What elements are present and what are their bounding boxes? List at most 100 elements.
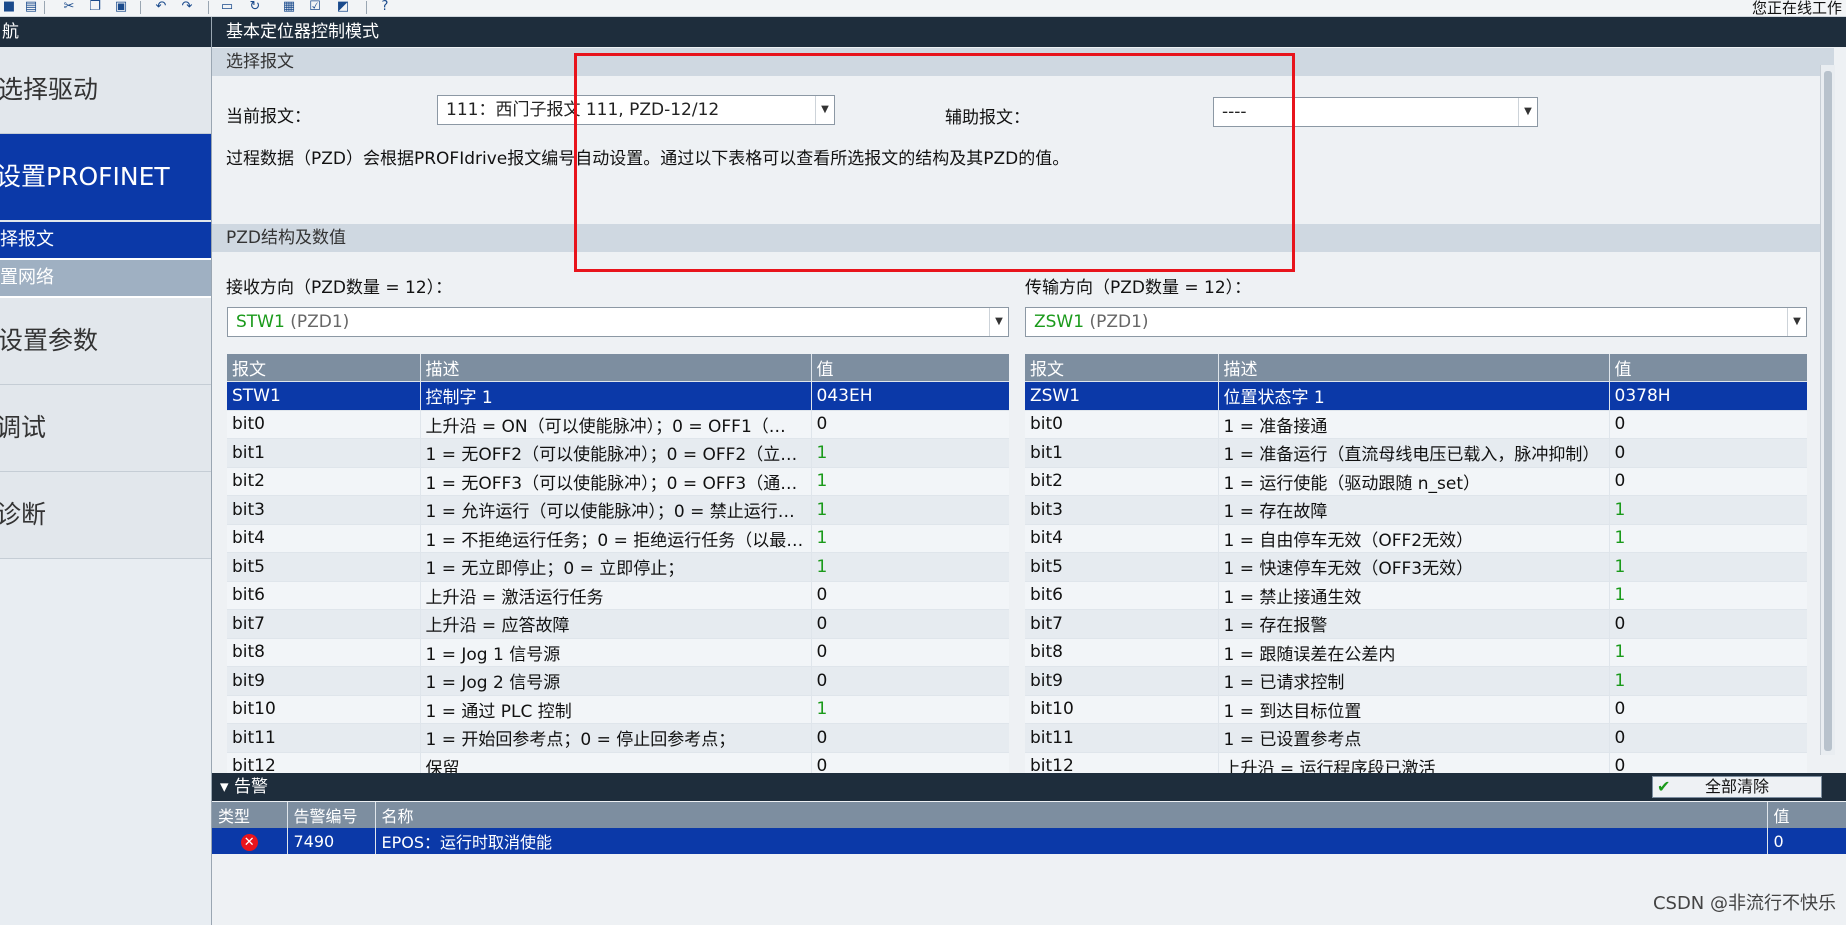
table-row[interactable]: bit6 1 = 禁止接通生效 1 <box>1025 581 1807 610</box>
table-row[interactable]: bit0 上升沿 = ON（可以使能脉冲）；0 = OFF1（… 0 <box>227 410 1009 439</box>
main-panel: 基本定位器控制模式 选择报文 当前报文： 111：西门子报文 111, PZD-… <box>212 17 1846 773</box>
description-cell: 1 = 跟随误差在公差内 <box>1218 638 1610 667</box>
receive-pzd-name: STW1 <box>236 312 285 332</box>
column-header[interactable]: 值 <box>1767 802 1846 828</box>
column-header[interactable]: 告警编号 <box>287 802 376 828</box>
telegram-cell: bit8 <box>227 638 421 667</box>
table-row[interactable]: bit7 上升沿 = 应答故障 0 <box>227 609 1009 639</box>
value-cell: 0 <box>1609 609 1807 639</box>
table-row[interactable]: bit0 1 = 准备接通 0 <box>1025 410 1807 439</box>
table-row[interactable]: bit9 1 = Jog 2 信号源 0 <box>227 666 1009 696</box>
nav-item-commissioning[interactable]: 调试 <box>0 385 211 472</box>
chevron-down-icon[interactable]: ▼ <box>1518 98 1537 126</box>
table-row[interactable]: bit1 1 = 无OFF2（可以使能脉冲）；0 = OFF2（立… 1 <box>227 438 1009 468</box>
table-row[interactable]: bit12 上升沿 = 运行程序段已激活 0 <box>1025 752 1807 773</box>
table-row[interactable]: bit3 1 = 存在故障 1 <box>1025 495 1807 525</box>
table-icon[interactable]: ▦ <box>280 0 298 14</box>
refresh-icon[interactable]: ↻ <box>246 0 264 14</box>
aux-telegram-select[interactable]: ---- ▼ <box>1213 97 1538 127</box>
column-header[interactable]: 报文 <box>227 354 421 382</box>
cut-icon[interactable]: ✂ <box>60 0 78 14</box>
table-row[interactable]: bit9 1 = 已请求控制 1 <box>1025 666 1807 696</box>
value-cell: 1 <box>811 695 1009 724</box>
telegram-cell: bit6 <box>1025 581 1219 610</box>
table-row[interactable]: bit8 1 = 跟随误差在公差内 1 <box>1025 638 1807 667</box>
nav-item-diagnostics[interactable]: 诊断 <box>0 472 211 559</box>
undo-icon[interactable]: ↶ <box>152 0 170 14</box>
description-cell: 控制字 1 <box>420 381 812 411</box>
table-row[interactable]: bit10 1 = 通过 PLC 控制 1 <box>227 695 1009 724</box>
table-row[interactable]: bit2 1 = 运行使能（驱动跟随 n_set） 0 <box>1025 467 1807 496</box>
table-row[interactable]: bit1 1 = 准备运行（直流母线电压已载入，脉冲抑制） 0 <box>1025 438 1807 468</box>
column-header[interactable]: 类型 <box>212 802 288 828</box>
chevron-down-icon[interactable]: ▼ <box>815 96 834 124</box>
clear-all-button[interactable]: ✔ 全部清除 <box>1652 776 1822 798</box>
scrollbar-thumb[interactable] <box>1824 71 1832 751</box>
table-row[interactable]: STW1 控制字 1 043EH <box>227 381 1009 411</box>
table-row[interactable]: bit11 1 = 已设置参考点 0 <box>1025 723 1807 753</box>
chevron-down-icon[interactable]: ▼ <box>1787 308 1806 336</box>
nav-item-select-drive[interactable]: 选择驱动 <box>0 47 211 134</box>
table-row[interactable]: bit4 1 = 自由停车无效（OFF2无效） 1 <box>1025 524 1807 553</box>
description-cell: 1 = 存在故障 <box>1218 495 1610 525</box>
nav-subitem-network[interactable]: 置网络 <box>0 260 211 298</box>
collapse-triangle-icon[interactable]: ▾ <box>220 777 229 797</box>
value-cell: 0 <box>811 638 1009 667</box>
save-icon[interactable]: ■ <box>0 0 18 14</box>
redo-icon[interactable]: ↷ <box>178 0 196 14</box>
table-row[interactable]: bit5 1 = 无立即停止；0 = 立即停止； 1 <box>227 552 1009 582</box>
alarm-header[interactable]: ▾ 告警 ✔ 全部清除 <box>212 773 1846 801</box>
value-cell: 1 <box>811 467 1009 496</box>
description-cell: 1 = 通过 PLC 控制 <box>420 695 812 724</box>
transmit-pzd-index: (PZD1) <box>1089 312 1149 332</box>
column-header[interactable]: 值 <box>1609 354 1807 382</box>
nav-item-parameters[interactable]: 设置参数 <box>0 298 211 385</box>
alarm-row[interactable]: ✕ 7490 EPOS：运行时取消使能 0 <box>212 828 1846 854</box>
column-header[interactable]: 报文 <box>1025 354 1219 382</box>
telegram-cell: bit11 <box>1025 723 1219 753</box>
description-cell: 1 = 开始回参考点；0 = 停止回参考点； <box>420 723 812 753</box>
table-row[interactable]: bit5 1 = 快速停车无效（OFF3无效） 1 <box>1025 552 1807 582</box>
transmit-pzd-select[interactable]: ZSW1 (PZD1) ▼ <box>1025 307 1807 337</box>
copy-icon[interactable]: ❐ <box>86 0 104 14</box>
description-cell: 1 = 不拒绝运行任务；0 = 拒绝运行任务（以最… <box>420 524 812 553</box>
vertical-scrollbar[interactable] <box>1820 65 1835 755</box>
save-all-icon[interactable]: ▤ <box>22 0 40 14</box>
device-icon[interactable]: ◩ <box>334 0 352 14</box>
table-row[interactable]: bit11 1 = 开始回参考点；0 = 停止回参考点； 0 <box>227 723 1009 753</box>
receive-table-viewport[interactable]: 报文 描述 值 STW1 控制字 1 043EH bit0 上升沿 = ON（可以使能脉… <box>227 354 1009 773</box>
table-row[interactable]: bit3 1 = 允许运行（可以使能脉冲）；0 = 禁止运行… 1 <box>227 495 1009 525</box>
telegram-cell: bit3 <box>227 495 421 525</box>
transmit-table-viewport[interactable]: 报文 描述 值 ZSW1 位置状态字 1 0378H bit0 1 = 准备接通 0 bit… <box>1025 354 1807 773</box>
table-row[interactable]: bit12 保留 0 <box>227 752 1009 773</box>
description-cell: 1 = 准备接通 <box>1218 410 1610 439</box>
aux-telegram-label: 辅助报文： <box>945 108 1030 128</box>
nav-item-profinet[interactable]: 设置PROFINET <box>0 134 211 222</box>
telegram-cell: bit3 <box>1025 495 1219 525</box>
help-icon[interactable]: ? <box>376 0 394 14</box>
current-telegram-select[interactable]: 111：西门子报文 111, PZD-12/12 ▼ <box>437 95 835 125</box>
table-row[interactable]: ZSW1 位置状态字 1 0378H <box>1025 381 1807 411</box>
current-telegram-value: 111：西门子报文 111, PZD-12/12 <box>446 100 720 120</box>
check-list-icon[interactable]: ☑ <box>306 0 324 14</box>
chevron-down-icon[interactable]: ▼ <box>989 308 1008 336</box>
column-header[interactable]: 值 <box>811 354 1009 382</box>
nav-subitem-select-telegram[interactable]: 择报文 <box>0 222 211 260</box>
rom-icon[interactable]: ▭ <box>218 0 236 14</box>
column-header[interactable]: 描述 <box>1218 354 1610 382</box>
column-header[interactable]: 描述 <box>420 354 812 382</box>
table-row[interactable]: bit2 1 = 无OFF3（可以使能脉冲）；0 = OFF3（通… 1 <box>227 467 1009 496</box>
telegram-cell: bit10 <box>227 695 421 724</box>
table-row[interactable]: bit7 1 = 存在报警 0 <box>1025 609 1807 639</box>
paste-icon[interactable]: ▣ <box>112 0 130 14</box>
table-row[interactable]: bit8 1 = Jog 1 信号源 0 <box>227 638 1009 667</box>
column-header[interactable]: 名称 <box>375 802 1768 828</box>
description-cell: 1 = 快速停车无效（OFF3无效） <box>1218 552 1610 582</box>
description-cell: 1 = 已设置参考点 <box>1218 723 1610 753</box>
description-cell: 1 = 准备运行（直流母线电压已载入，脉冲抑制） <box>1218 438 1610 468</box>
receive-pzd-select[interactable]: STW1 (PZD1) ▼ <box>227 307 1009 337</box>
table-row[interactable]: bit4 1 = 不拒绝运行任务；0 = 拒绝运行任务（以最… 1 <box>227 524 1009 553</box>
telegram-cell: ZSW1 <box>1025 381 1219 411</box>
table-row[interactable]: bit10 1 = 到达目标位置 0 <box>1025 695 1807 724</box>
table-row[interactable]: bit6 上升沿 = 激活运行任务 0 <box>227 581 1009 610</box>
